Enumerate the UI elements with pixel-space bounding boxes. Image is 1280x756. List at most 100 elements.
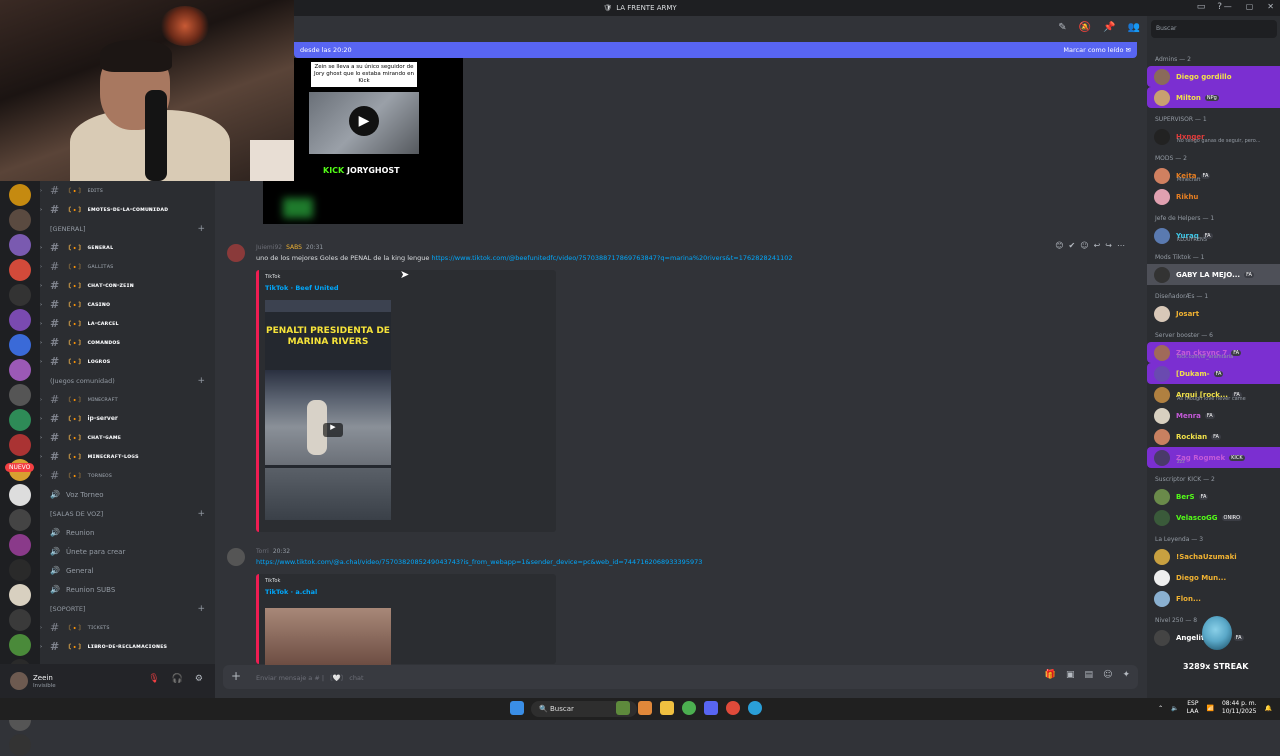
add-attachment-icon[interactable]: +	[231, 669, 241, 683]
text-channel[interactable]: › # 〘🔸〙 ᴇᴅɪᴛꜱ	[40, 181, 215, 200]
server-icon[interactable]	[9, 559, 31, 581]
server-icon[interactable]	[9, 634, 31, 656]
language-indicator[interactable]: ESP LAA	[1187, 700, 1199, 716]
play-icon[interactable]: ▶	[323, 423, 343, 437]
message-author[interactable]: Juiemi92	[256, 244, 282, 251]
member-item[interactable]: VelascoGG ONIRO	[1147, 507, 1280, 528]
channel-category[interactable]: [SOPORTE] +	[40, 599, 215, 618]
server-icon[interactable]	[9, 234, 31, 256]
server-icon[interactable]	[9, 284, 31, 306]
maximize-button[interactable]: ▢	[1246, 2, 1254, 11]
close-button[interactable]: ✕	[1267, 2, 1274, 11]
message-link[interactable]: https://www.tiktok.com/@beefunitedfc/vid…	[431, 254, 792, 262]
message-input[interactable]: + Enviar mensaje a # | 〘🤍〙 chat 🎁 ▣ ▤ ☺ …	[223, 665, 1138, 689]
mute-mic-icon[interactable]: 🎙	[148, 674, 159, 684]
widget-icon[interactable]	[616, 701, 630, 715]
member-item[interactable]: Diego Mun...	[1147, 567, 1280, 588]
more-icon[interactable]: ⋯	[1117, 241, 1125, 250]
wifi-icon[interactable]: 📶	[1206, 705, 1213, 712]
avatar[interactable]	[227, 548, 245, 566]
server-icon[interactable]	[9, 309, 31, 331]
member-item[interactable]: [Dukam- FA	[1147, 363, 1280, 384]
gift-icon[interactable]: 🎁	[1045, 670, 1056, 680]
help-icon[interactable]: ?	[1217, 2, 1222, 12]
notifications-icon[interactable]: 🔕	[1079, 22, 1091, 33]
server-icon[interactable]	[9, 334, 31, 356]
server-icon[interactable]	[9, 184, 31, 206]
member-item[interactable]: Keita FA Minecraft	[1147, 165, 1280, 186]
member-item[interactable]: Hxnger No tengo ganas de seguir, pero...	[1147, 126, 1280, 147]
server-icon[interactable]	[9, 209, 31, 231]
server-icon[interactable]	[9, 534, 31, 556]
server-icon[interactable]	[9, 359, 31, 381]
threads-icon[interactable]: ✎	[1058, 22, 1066, 33]
app-icon[interactable]	[638, 701, 652, 715]
settings-gear-icon[interactable]: ⚙	[195, 674, 203, 684]
text-channel[interactable]: › # 〘🔸〙 ɢᴀʟʟɪᴛᴀꜱ	[40, 257, 215, 276]
new-messages-bar[interactable]: desde las 20:20 Marcar como leído ✉	[294, 42, 1137, 58]
voice-channel[interactable]: 🔊 General	[40, 561, 215, 580]
server-icon[interactable]	[9, 509, 31, 531]
add-channel-icon[interactable]: +	[197, 604, 205, 614]
member-item[interactable]: GABY LA MEJO... FA	[1147, 264, 1280, 285]
text-channel[interactable]: › # 〘🔸〙 ip-server	[40, 409, 215, 428]
member-item[interactable]: Flon...	[1147, 588, 1280, 609]
mark-as-read-button[interactable]: Marcar como leído ✉	[1063, 46, 1131, 54]
start-icon[interactable]	[510, 701, 524, 715]
member-item[interactable]: Diego gordillo	[1147, 66, 1280, 87]
add-channel-icon[interactable]: +	[197, 376, 205, 386]
avatar[interactable]	[10, 672, 28, 690]
chrome-icon[interactable]	[682, 701, 696, 715]
member-item[interactable]: Rockian FA	[1147, 426, 1280, 447]
voice-channel[interactable]: 🔊 Únete para crear	[40, 542, 215, 561]
text-channel[interactable]: › # 〘🔸〙 ᴄᴀꜱɪɴᴏ	[40, 295, 215, 314]
embed-title[interactable]: TikTok · Beef United	[265, 284, 339, 292]
embed-title[interactable]: TikTok · a.chal	[265, 588, 317, 596]
reply-icon[interactable]: ↩	[1094, 241, 1101, 250]
channel-category[interactable]: [GENERAL] +	[40, 219, 215, 238]
chevron-up-icon[interactable]: ⌃	[1158, 705, 1163, 712]
message-author[interactable]: Torri	[256, 548, 269, 555]
play-icon[interactable]: ▶	[349, 106, 379, 136]
member-item[interactable]: !SachaUzumaki	[1147, 546, 1280, 567]
member-item[interactable]: Zan cksync 7 FA kick.com/dr_aramtaria	[1147, 342, 1280, 363]
server-icon[interactable]	[9, 584, 31, 606]
text-channel[interactable]: › # 〘🔸〙 ʟɪʙʀᴏ-ᴅᴇ-ʀᴇᴄʟᴀᴍᴀᴄɪᴏɴᴇꜱ	[40, 637, 215, 656]
member-item[interactable]: Milton NPg	[1147, 87, 1280, 108]
text-channel[interactable]: › # 〘🔸〙 ᴇᴍᴏᴛᴇꜱ-ᴅᴇ-ʟᴀ-ᴄᴏᴍᴜɴɪᴅᴀᴅ	[40, 200, 215, 219]
edge-icon[interactable]	[748, 701, 762, 715]
server-icon[interactable]	[9, 609, 31, 631]
text-channel[interactable]: › # 〘🔸〙 ᴍɪɴᴇᴄʀᴀꜰᴛ-ʟᴏɢꜱ	[40, 447, 215, 466]
member-item[interactable]: Arqui [rock... FA As though love never cam…	[1147, 384, 1280, 405]
add-channel-icon[interactable]: +	[197, 509, 205, 519]
member-item[interactable]: BerS FA	[1147, 486, 1280, 507]
text-channel[interactable]: › # 〘🔸〙 ᴄᴏᴍᴀɴᴅᴏꜱ	[40, 333, 215, 352]
text-channel[interactable]: › # 〘🔸〙 ɢᴇɴᴇʀᴀʟ	[40, 238, 215, 257]
server-icon[interactable]	[9, 259, 31, 281]
members-icon[interactable]: 👥	[1128, 22, 1140, 33]
apps-icon[interactable]: ✦	[1122, 670, 1130, 680]
text-channel[interactable]: › # 〘🔸〙 ʟᴀ-ᴄᴀʀᴄᴇʟ	[40, 314, 215, 333]
sticker-icon[interactable]: ▤	[1085, 670, 1094, 680]
text-channel[interactable]: › # 〘🔸〙 ᴛᴏʀɴᴇᴏꜱ	[40, 466, 215, 485]
channel-category[interactable]: (Juegos comunidad) +	[40, 371, 215, 390]
headset-icon[interactable]: 🎧	[172, 674, 183, 684]
server-icon[interactable]	[9, 434, 31, 456]
server-icon[interactable]	[9, 484, 31, 506]
member-item[interactable]: Josart	[1147, 303, 1280, 324]
forward-icon[interactable]: ↪	[1105, 241, 1112, 250]
server-icon[interactable]	[9, 734, 31, 756]
inbox-icon[interactable]: ▭	[1197, 2, 1206, 12]
voice-channel[interactable]: 🔊 Reunion	[40, 523, 215, 542]
server-icon[interactable]	[9, 409, 31, 431]
channel-category[interactable]: [SALAS DE VOZ] +	[40, 504, 215, 523]
notification-bell-icon[interactable]: 🔔	[1265, 705, 1272, 712]
pin-icon[interactable]: 📌	[1103, 22, 1115, 33]
text-channel[interactable]: › # 〘🔸〙 ᴛɪᴄᴋᴇᴛꜱ	[40, 618, 215, 637]
member-item[interactable]: Menra FA	[1147, 405, 1280, 426]
text-channel[interactable]: › # 〘🔸〙 ᴄʜᴀᴛ-ɢᴀᴍᴇ	[40, 428, 215, 447]
embed-thumbnail[interactable]: PENALTI PRESIDENTA DE MARINA RIVERS ▶	[265, 300, 391, 520]
text-channel[interactable]: › # 〘🔸〙 ᴄʜᴀᴛ-ᴄᴏɴ-ᴢᴇɪɴ	[40, 276, 215, 295]
voice-channel[interactable]: 🔊 Voz Torneo	[40, 485, 215, 504]
embed-thumbnail[interactable]	[265, 608, 391, 668]
